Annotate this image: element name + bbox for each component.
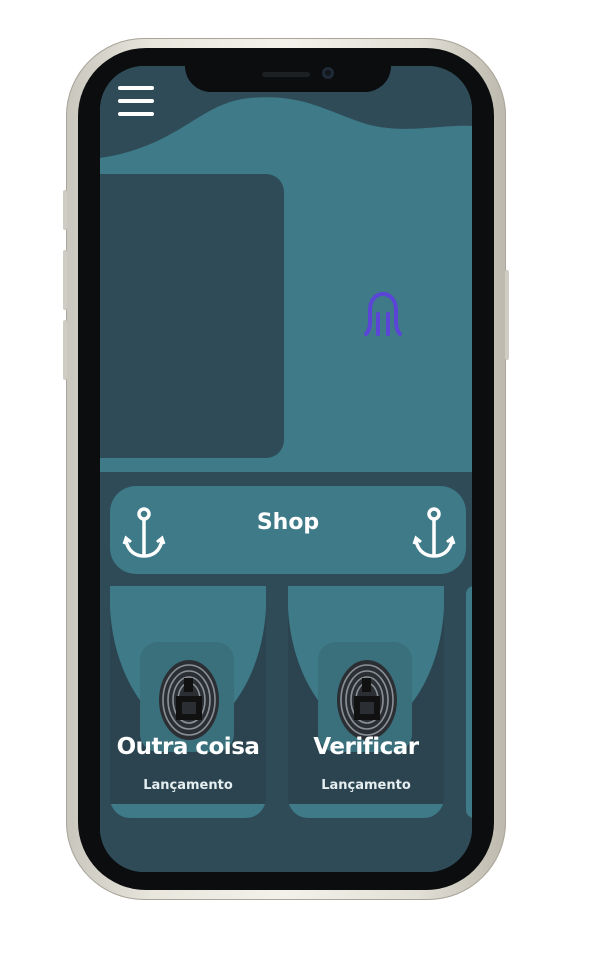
card-peek-next[interactable] (466, 586, 472, 818)
phone-volume-down-button (63, 320, 67, 380)
card-bottom-strip (110, 804, 266, 818)
app-screen: Shop Outra coisa Lançamento Verificar La… (100, 66, 472, 872)
card-subtitle: Lançamento (321, 778, 411, 793)
octopus-icon (364, 291, 402, 336)
hero-card[interactable] (100, 174, 284, 458)
hamburger-menu-icon[interactable] (118, 86, 154, 118)
fingerprint-icon (159, 660, 219, 740)
card-subtitle: Lançamento (143, 778, 233, 793)
phone-speaker (262, 72, 310, 77)
front-camera (322, 67, 334, 79)
phone-side-button (63, 190, 67, 230)
card-title: Verificar (313, 734, 419, 760)
card-outra-coisa[interactable]: Outra coisa Lançamento (110, 586, 266, 818)
anchor-icon-right (412, 507, 456, 558)
card-verificar[interactable]: Verificar Lançamento (288, 586, 444, 818)
fingerprint-icon (337, 660, 397, 740)
phone-notch (185, 48, 391, 92)
card-bottom-strip (288, 804, 444, 818)
card-title: Outra coisa (116, 734, 260, 760)
phone-power-button (505, 270, 509, 360)
shop-banner[interactable]: Shop (110, 486, 466, 574)
phone-volume-up-button (63, 250, 67, 310)
